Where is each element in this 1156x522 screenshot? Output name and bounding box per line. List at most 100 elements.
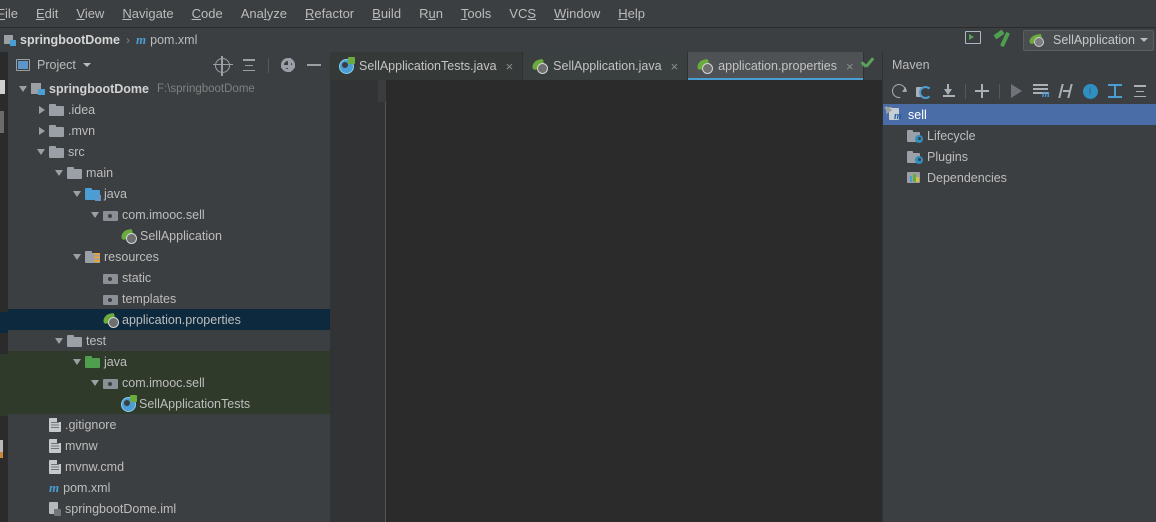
chevron-down-icon[interactable] [72, 188, 83, 199]
project-tree-label: static [122, 270, 152, 285]
close-icon[interactable]: × [671, 60, 679, 73]
toggle-offline-icon[interactable] [1078, 80, 1103, 102]
chevron-down-icon[interactable] [54, 167, 65, 178]
project-tree-row[interactable]: SellApplication [8, 225, 330, 246]
project-tree-row[interactable]: resources [8, 246, 330, 267]
project-tree-label: SellApplication [140, 228, 222, 243]
download-sources-icon[interactable] [936, 80, 961, 102]
hammer-build-icon[interactable] [993, 31, 1013, 49]
collapse-all-icon[interactable] [1127, 80, 1152, 102]
project-tree-row[interactable]: java [8, 183, 330, 204]
menu-item-window[interactable]: Window [545, 0, 609, 28]
iml-file-icon [49, 501, 61, 516]
collapse-all-icon[interactable] [242, 58, 256, 72]
menu-item-build[interactable]: Build [363, 0, 410, 28]
chevron-down-icon[interactable] [36, 146, 47, 157]
project-tree-row[interactable]: application.properties [8, 309, 330, 330]
editor-tab-label: SellApplication.java [553, 59, 662, 73]
project-tree-row[interactable]: com.imooc.sell [8, 372, 330, 393]
tree-arrow-placeholder [36, 419, 47, 430]
chevron-right-icon[interactable] [36, 125, 47, 136]
source-folder-icon [85, 187, 101, 201]
test-class-icon [339, 57, 355, 74]
reimport-icon[interactable] [887, 80, 912, 102]
chevron-down-icon[interactable] [72, 251, 83, 262]
breadcrumb-file[interactable]: pom.xml [150, 33, 197, 47]
project-tree-row[interactable]: java [8, 351, 330, 372]
project-tree-row[interactable]: mvnw [8, 435, 330, 456]
project-tree-label: src [68, 144, 85, 159]
editor-text-area[interactable] [387, 80, 882, 522]
maven-tree-row[interactable]: Plugins [883, 146, 1156, 167]
spring-boot-class-icon [532, 59, 549, 74]
breadcrumb-project[interactable]: springbootDome [20, 33, 120, 47]
editor-tab[interactable]: SellApplicationTests.java × [330, 52, 524, 80]
project-tree-row[interactable]: .idea [8, 99, 330, 120]
tree-arrow-placeholder [108, 230, 119, 241]
run-configuration-selector[interactable]: SellApplication [1023, 29, 1154, 51]
terminal-icon[interactable] [965, 31, 983, 49]
chevron-down-icon[interactable] [82, 63, 91, 67]
menu-item-file[interactable]: File [0, 0, 27, 28]
chevron-down-icon[interactable] [90, 377, 101, 388]
menu-item-edit[interactable]: Edit [27, 0, 67, 28]
editor-tab[interactable]: application.properties × [688, 52, 864, 80]
menu-item-refactor[interactable]: Refactor [296, 0, 363, 28]
add-maven-project-icon[interactable] [970, 80, 995, 102]
maven-tree-row[interactable]: sell [883, 104, 1156, 125]
maven-tree-row[interactable]: Lifecycle [883, 125, 1156, 146]
maven-tree[interactable]: sellLifecycle Plugins Dependencies [883, 104, 1156, 522]
generate-sources-icon[interactable] [912, 80, 937, 102]
project-tree-row[interactable]: springbootDome.iml [8, 498, 330, 519]
locate-icon[interactable] [213, 55, 233, 76]
hide-icon[interactable] [307, 64, 321, 66]
chevron-down-icon[interactable] [54, 335, 65, 346]
toggle-skip-tests-icon[interactable] [1053, 80, 1078, 102]
project-tree-row[interactable]: mvnw.cmd [8, 456, 330, 477]
menu-item-vcs[interactable]: VCS [500, 0, 545, 28]
menu-item-help[interactable]: Help [609, 0, 654, 28]
project-tree-row[interactable]: templates [8, 288, 330, 309]
project-tree-row[interactable]: com.imooc.sell [8, 204, 330, 225]
menu-item-navigate[interactable]: Navigate [113, 0, 182, 28]
project-tree[interactable]: springbootDome F:\springbootDome .idea .mvn… [8, 78, 330, 522]
project-tree-row[interactable]: m pom.xml [8, 477, 330, 498]
show-dependencies-icon[interactable] [1103, 80, 1128, 102]
project-tree-row[interactable]: main [8, 162, 330, 183]
settings-gear-icon[interactable] [281, 58, 295, 72]
toolbar-divider [998, 83, 1000, 99]
editor-body[interactable] [330, 80, 882, 522]
project-panel-title[interactable]: Project [37, 58, 76, 72]
folder-icon [49, 145, 64, 158]
inspection-ok-checkmark[interactable] [860, 57, 874, 71]
close-icon[interactable]: × [506, 60, 514, 73]
chevron-down-icon[interactable] [72, 356, 83, 367]
chevron-down-icon[interactable] [18, 83, 29, 94]
editor-area: SellApplicationTests.java × SellApplicatio… [330, 52, 882, 522]
project-tree-row[interactable]: static [8, 267, 330, 288]
project-tree-row[interactable]: test [8, 330, 330, 351]
project-tree-row[interactable]: SellApplicationTests [8, 393, 330, 414]
project-tree-label: .mvn [68, 123, 96, 138]
chevron-right-icon[interactable] [36, 104, 47, 115]
menu-item-tools[interactable]: Tools [452, 0, 500, 28]
menu-item-view[interactable]: View [67, 0, 113, 28]
editor-gutter[interactable] [330, 80, 386, 522]
maven-tree-row[interactable]: Dependencies [883, 167, 1156, 188]
maven-m-icon: m [136, 32, 147, 47]
project-tree-row[interactable]: src [8, 141, 330, 162]
project-tree-row[interactable]: springbootDome F:\springbootDome [8, 78, 330, 99]
editor-tab-label: application.properties [718, 59, 837, 73]
chevron-down-icon[interactable] [90, 209, 101, 220]
execute-maven-goal-icon[interactable] [1028, 80, 1053, 102]
project-tree-row[interactable]: .gitignore [8, 414, 330, 435]
close-icon[interactable]: × [846, 60, 854, 73]
menu-item-analyze[interactable]: Analyze [232, 0, 296, 28]
editor-tab[interactable]: SellApplication.java × [523, 52, 689, 80]
menu-item-code[interactable]: Code [183, 0, 232, 28]
run-icon[interactable] [1004, 80, 1029, 102]
project-panel-actions [213, 55, 330, 76]
project-tree-row[interactable]: .mvn [8, 120, 330, 141]
toolbar-divider [268, 57, 269, 73]
menu-item-run[interactable]: Run [410, 0, 452, 28]
